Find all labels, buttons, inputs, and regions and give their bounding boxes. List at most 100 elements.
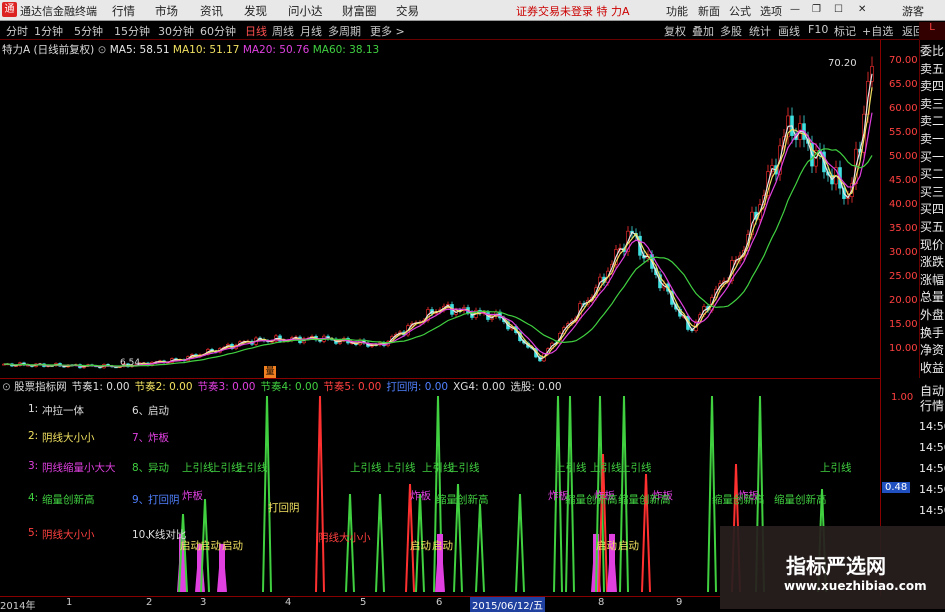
menu-caifuquan[interactable]: 财富圈 [342, 3, 377, 19]
close-icon[interactable]: ✕ [858, 4, 866, 15]
date-axis: 2014年 1 2 3 4 5 6 2015/06/12/五 8 9 [0, 596, 720, 612]
quote-tab-item[interactable]: 涨跌 [919, 255, 945, 270]
signal-spike [375, 493, 385, 592]
options-button[interactable]: 选项 [760, 3, 782, 19]
quote-tab-item[interactable]: 收益 [919, 361, 945, 376]
signal-label-start: 启动 [180, 540, 201, 552]
legend-number: 6、 [132, 405, 150, 417]
f10-button[interactable]: F10 [808, 23, 828, 36]
quote-tab-item[interactable]: 涨幅 [919, 273, 945, 288]
signal-label-up: 上引线 [820, 462, 852, 474]
quote-tab-item[interactable]: 卖二 [919, 114, 945, 129]
period-tab-more[interactable]: 更多 > [370, 23, 405, 39]
period-tab-30min[interactable]: 30分钟 [158, 23, 194, 39]
signal-label-start: 启动 [200, 540, 221, 552]
quote-tab-item[interactable]: 买四 [919, 202, 945, 217]
statistics-button[interactable]: 统计 [749, 23, 771, 39]
ma20-value: MA20: 50.76 [242, 44, 310, 56]
signal-spike [315, 395, 325, 592]
menu-faxian[interactable]: 发现 [244, 3, 267, 19]
period-tab-15min[interactable]: 15分钟 [114, 23, 150, 39]
restore-icon[interactable]: ❐ [812, 4, 821, 15]
mark-button[interactable]: 标记 [834, 23, 856, 39]
candlestick-series [2, 56, 874, 369]
period-tab-weekly[interactable]: 周线 [272, 23, 294, 39]
quote-tab-item[interactable]: 买五 [919, 220, 945, 235]
menu-shichang[interactable]: 市场 [155, 3, 178, 19]
period-toolbar: 分时 1分钟 5分钟 15分钟 30分钟 60分钟 日线 周线 月线 多周期 更… [0, 21, 945, 40]
draw-line-button[interactable]: 画线 [778, 23, 800, 39]
legend-number: 7、 [132, 432, 150, 444]
legend-number: 2: [28, 430, 39, 442]
period-tab-60min[interactable]: 60分钟 [200, 23, 236, 39]
settings-icon[interactable]: ⊙ [98, 44, 107, 56]
trade-login-status[interactable]: 证券交易未登录 特 力A [516, 3, 630, 19]
period-tab-5min[interactable]: 5分钟 [74, 23, 103, 39]
indicator-settings-icon[interactable]: ⊙ [2, 381, 14, 393]
quote-tab-item[interactable]: 买二 [919, 167, 945, 182]
signal-label-start: 启动 [222, 540, 243, 552]
date-tick: 2014年 [0, 601, 36, 612]
menu-hangqing[interactable]: 行情 [112, 3, 135, 19]
event-mark-icon[interactable]: 量 [264, 366, 276, 378]
signal-label-shrink: 缩量创新高 [436, 494, 489, 506]
time-tick: 14:50 [919, 441, 945, 454]
quote-tab-item[interactable]: 卖五 [919, 62, 945, 77]
function-button[interactable]: 功能 [666, 3, 688, 19]
quote-tab-item[interactable]: 卖四 [919, 79, 945, 94]
indicator-legend-item: 节奏1: 0.00 [71, 381, 130, 393]
quote-tab-item[interactable]: 净资 [919, 343, 945, 358]
title-bar: 通 通达信金融终端 行情 市场 资讯 发现 问小达 财富圈 交易 证券交易未登录… [0, 0, 945, 21]
period-tab-monthly[interactable]: 月线 [300, 23, 322, 39]
date-tick: 1 [66, 597, 73, 608]
low-price-mark: 6.54 [120, 358, 141, 368]
overlay-button[interactable]: 叠加 [692, 23, 714, 39]
legend-number: 3: [28, 460, 39, 472]
indicator-legend-item: 选股: 0.00 [510, 381, 562, 393]
guest-button[interactable]: 游客 [902, 3, 924, 19]
quote-tab-item[interactable]: 委比 [919, 44, 945, 59]
signal-label-start: 启动 [432, 540, 453, 552]
date-tick: 9 [676, 597, 683, 608]
ma60-value: MA60: 38.13 [312, 44, 380, 56]
signal-label-shrink: 缩量创新高 [565, 494, 618, 506]
period-tab-daily[interactable]: 日线 [245, 23, 267, 39]
period-tab-multi[interactable]: 多周期 [328, 23, 361, 39]
ma10-value: MA10: 51.17 [172, 44, 240, 56]
legend-text: 炸板 [148, 432, 169, 444]
kline-chart[interactable] [0, 40, 880, 378]
chart-corner-tag[interactable]: L [919, 22, 945, 40]
indicator-legend-item: 节奏5: 0.00 [323, 381, 382, 393]
signal-label-start: 启动 [596, 540, 617, 552]
add-watchlist-button[interactable]: +自选 [862, 23, 893, 39]
quote-tab-item[interactable]: 买三 [919, 185, 945, 200]
menu-jiaoyi[interactable]: 交易 [396, 3, 419, 19]
auto-tab[interactable]: 自动 [919, 384, 945, 399]
indicator-legend-item: XG4: 0.00 [453, 381, 506, 393]
signal-label-zha: 炸板 [182, 490, 203, 502]
quote-tab-item[interactable]: 卖一 [919, 132, 945, 147]
quote-tab-item[interactable]: 买一 [919, 150, 945, 165]
quote-tab-item[interactable]: 外盘 [919, 308, 945, 323]
new-page-button[interactable]: 新面 [698, 3, 720, 19]
period-tab-1min[interactable]: 1分钟 [34, 23, 63, 39]
quote-tab-item[interactable]: 卖三 [919, 97, 945, 112]
quote-tab-item[interactable]: 现价 [919, 238, 945, 253]
formula-button[interactable]: 公式 [729, 3, 751, 19]
menu-wenxiaoda[interactable]: 问小达 [288, 3, 323, 19]
signal-label-up: 上引线 [590, 462, 622, 474]
signal-label-start: 启动 [618, 540, 639, 552]
period-tab-fenshi[interactable]: 分时 [6, 23, 28, 39]
minimize-icon[interactable]: — [790, 4, 800, 15]
maximize-icon[interactable]: ☐ [834, 4, 843, 15]
signal-label-up: 上引线 [182, 462, 214, 474]
quote-tab[interactable]: 行情 [919, 399, 945, 414]
quote-tab-item[interactable]: 总量 [919, 290, 945, 305]
adjust-button[interactable]: 复权 [664, 23, 686, 39]
menu-zixun[interactable]: 资讯 [200, 3, 223, 19]
multi-stock-button[interactable]: 多股 [720, 23, 742, 39]
indicator-legend-item: 股票指标网 [14, 381, 67, 393]
price-tick: 60.00 [889, 103, 918, 114]
stock-title: 特力A (日线前复权) [2, 44, 95, 56]
quote-tab-item[interactable]: 换手 [919, 326, 945, 341]
